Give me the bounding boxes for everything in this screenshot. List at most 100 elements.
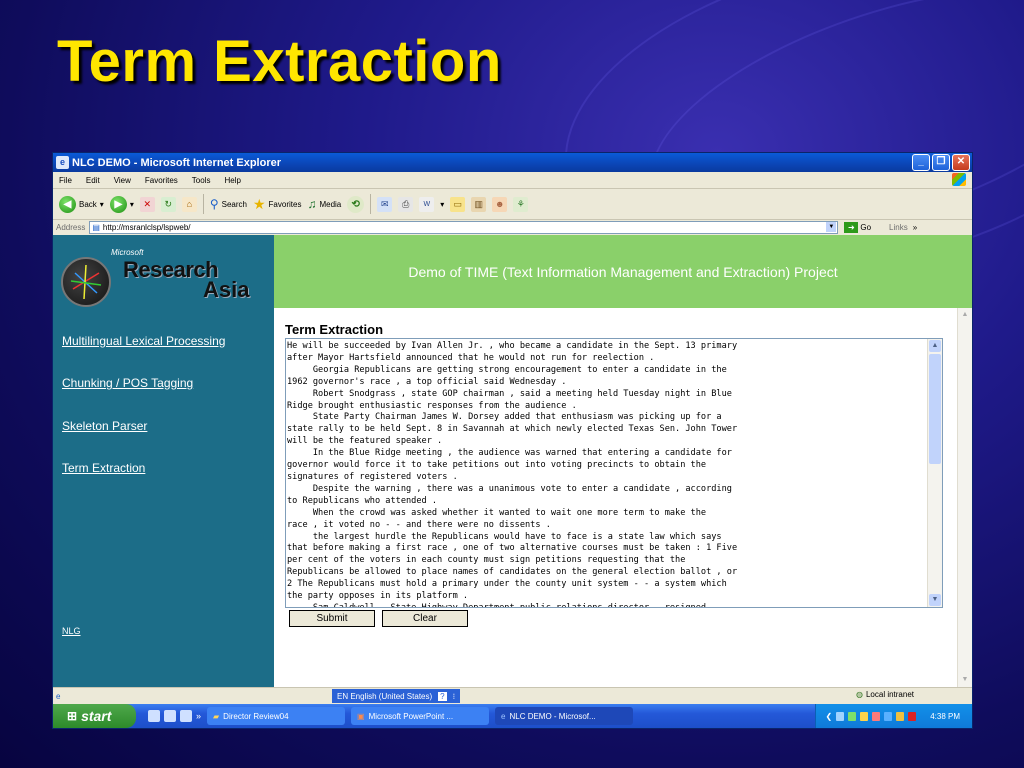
close-button[interactable]: ✕ — [952, 154, 970, 171]
input-textarea[interactable]: He will be succeeded by Ivan Allen Jr. ,… — [285, 338, 943, 608]
links-label[interactable]: Links — [889, 223, 908, 232]
quick-launch-more-icon[interactable]: » — [196, 711, 201, 721]
address-input[interactable]: ▤ http://msranlclsp/lspweb/ ▼ — [89, 221, 839, 234]
scroll-down-icon[interactable]: ▼ — [929, 594, 941, 606]
logo-area: Microsoft Research Asia — [53, 235, 274, 308]
menu-edit[interactable]: Edit — [86, 176, 100, 185]
refresh-icon[interactable]: ↻ — [160, 196, 176, 212]
menu-view[interactable]: View — [114, 176, 131, 185]
tray-expand-icon[interactable]: ❮ — [826, 712, 833, 721]
go-button[interactable]: ➜ Go — [844, 222, 871, 233]
chevron-down-icon[interactable]: ▼ — [826, 222, 837, 232]
discuss-icon[interactable]: ▭ — [450, 196, 466, 212]
ie-quick-launch-icon[interactable] — [164, 710, 176, 722]
dropdown-arrow-icon: ▾ — [129, 199, 134, 209]
language-bar[interactable]: EN English (United States) ? ⁝ — [332, 689, 461, 703]
task-powerpoint[interactable]: ▣ Microsoft PowerPoint ... — [351, 707, 490, 725]
research-icon[interactable]: ▥ — [471, 196, 487, 212]
logo-asia: Asia — [203, 277, 250, 302]
contacts-icon[interactable]: ⚘ — [513, 196, 529, 212]
page-scrollbar[interactable]: ▲ ▼ — [957, 308, 972, 687]
media-icon: ♫ — [307, 197, 317, 211]
scroll-up-icon[interactable]: ▲ — [959, 309, 971, 321]
menu-favorites[interactable]: Favorites — [145, 176, 178, 185]
menu-tools[interactable]: Tools — [192, 176, 211, 185]
help-icon[interactable]: ? — [438, 691, 447, 701]
task-label: NLC DEMO - Microsof... — [509, 711, 596, 721]
toolbar-separator — [370, 194, 372, 214]
show-desktop-icon[interactable] — [148, 710, 160, 722]
start-label: start — [81, 708, 112, 724]
favorites-button[interactable]: ★ Favorites — [253, 196, 301, 213]
search-icon: ⚲ — [209, 197, 219, 211]
browser-window: e NLC DEMO - Microsoft Internet Explorer… — [53, 153, 972, 728]
sidebar-item-skeleton-parser[interactable]: Skeleton Parser — [62, 419, 147, 433]
back-label: Back — [79, 199, 97, 209]
toolbar-separator — [202, 194, 204, 214]
clear-button[interactable]: Clear — [382, 610, 468, 627]
search-label: Search — [221, 199, 247, 209]
back-button[interactable]: ◀ Back ▾ — [59, 195, 104, 213]
quick-launch — [148, 710, 192, 722]
windows-logo-icon — [952, 173, 966, 186]
media-button[interactable]: ♫ Media — [307, 197, 341, 211]
sidebar-item-nlg[interactable]: NLG — [62, 626, 81, 636]
minimize-button[interactable]: _ — [912, 154, 930, 171]
sidebar-item-chunking-pos-tagging[interactable]: Chunking / POS Tagging — [62, 376, 193, 390]
language-label: EN English (United States) — [337, 691, 433, 701]
page-status-icon: e — [56, 692, 61, 701]
outlook-quick-launch-icon[interactable] — [180, 710, 192, 722]
print-icon[interactable]: ⎙ — [398, 196, 414, 212]
go-label: Go — [860, 223, 872, 232]
history-icon[interactable]: ⟲ — [347, 195, 365, 213]
submit-button[interactable]: Submit — [289, 610, 375, 627]
tray-app-icon[interactable] — [860, 711, 869, 721]
messenger-icon[interactable]: ☻ — [492, 196, 508, 212]
forward-button[interactable]: ▶ ▾ — [109, 195, 134, 213]
window-titlebar[interactable]: e NLC DEMO - Microsoft Internet Explorer… — [53, 153, 972, 172]
textarea-scrollbar[interactable]: ▲ ▼ — [927, 339, 942, 607]
tray-app-icon[interactable] — [872, 711, 881, 721]
mail-icon[interactable]: ✉ — [377, 196, 393, 212]
chevron-right-icon[interactable]: » — [913, 223, 917, 232]
scroll-up-icon[interactable]: ▲ — [929, 340, 941, 352]
tray-app-icon[interactable] — [896, 711, 905, 721]
dropdown-arrow-icon: ▾ — [440, 199, 445, 209]
stop-icon[interactable]: ✕ — [139, 196, 155, 212]
forward-arrow-icon: ▶ — [109, 195, 127, 213]
task-director-review[interactable]: ▰ Director Review04 — [207, 707, 346, 725]
signal-icon[interactable] — [848, 711, 857, 721]
menu-help[interactable]: Help — [224, 176, 240, 185]
dropdown-arrow-icon: ▾ — [99, 199, 104, 209]
task-label: Director Review04 — [223, 711, 289, 721]
scroll-down-icon[interactable]: ▼ — [959, 674, 971, 686]
tray-app-icon[interactable] — [908, 711, 917, 721]
sidebar-item-multilingual-lexical-processing[interactable]: Multilingual Lexical Processing — [62, 334, 225, 348]
toolbar: ◀ Back ▾ ▶ ▾ ✕ ↻ ⌂ ⚲ Search ★ Favorites … — [53, 189, 972, 220]
favorites-label: Favorites — [268, 199, 302, 209]
edit-icon[interactable]: W — [419, 196, 435, 212]
clock: 4:38 PM — [930, 711, 960, 721]
address-bar: Address ▤ http://msranlclsp/lspweb/ ▼ ➜ … — [53, 220, 972, 236]
folder-icon: ▰ — [213, 711, 220, 721]
search-button[interactable]: ⚲ Search — [210, 197, 247, 211]
sidebar-item-term-extraction[interactable]: Term Extraction — [62, 461, 145, 475]
maximize-button[interactable]: ❐ — [932, 154, 950, 171]
page-icon: ▤ — [92, 223, 100, 232]
status-bar: e EN English (United States) ? ⁝ ◍ Local… — [53, 687, 972, 705]
menu-file[interactable]: File — [59, 176, 72, 185]
network-icon[interactable] — [836, 711, 845, 721]
tray-app-icon[interactable] — [884, 711, 893, 721]
intranet-icon: ◍ — [855, 690, 863, 699]
task-nlc-demo[interactable]: e NLC DEMO - Microsof... — [495, 707, 634, 725]
security-zone: ◍ Local intranet — [856, 690, 914, 699]
system-tray: ❮ 4:38 PM — [814, 704, 972, 728]
home-icon[interactable]: ⌂ — [181, 196, 197, 212]
windows-flag-icon: ⊞ — [67, 709, 78, 723]
address-label: Address — [56, 223, 86, 232]
go-arrow-icon: ➜ — [844, 222, 859, 233]
scrollbar-thumb[interactable] — [929, 354, 941, 464]
options-icon[interactable]: ⁝ — [453, 692, 456, 701]
textarea-content: He will be succeeded by Ivan Allen Jr. ,… — [287, 341, 738, 608]
start-button[interactable]: ⊞ start — [53, 704, 136, 728]
